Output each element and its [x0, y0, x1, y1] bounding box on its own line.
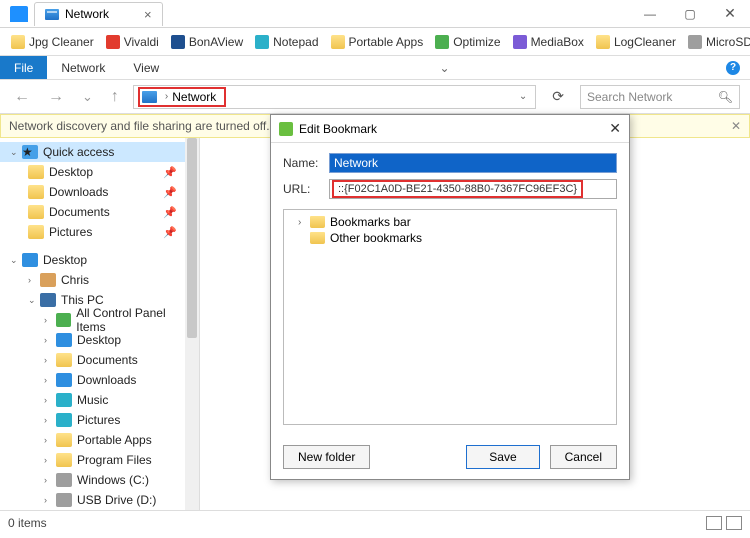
dialog-titlebar[interactable]: Edit Bookmark ✕: [271, 115, 629, 143]
url-input[interactable]: ::{F02C1A0D-BE21-4350-88B0-7367FC96EF3C}: [329, 179, 617, 199]
tree-other-bookmarks[interactable]: Other bookmarks: [288, 230, 612, 246]
tree-bookmarks-bar[interactable]: › Bookmarks bar: [288, 214, 612, 230]
url-row: URL: ::{F02C1A0D-BE21-4350-88B0-7367FC96…: [283, 179, 617, 199]
name-row: Name: Network: [283, 153, 617, 173]
dialog-close-icon[interactable]: ✕: [609, 120, 621, 137]
dialog-title: Edit Bookmark: [299, 122, 377, 136]
dialog-buttons: New folder Save Cancel: [271, 435, 629, 479]
dialog-overlay: Edit Bookmark ✕ Name: Network URL: ::{F0…: [0, 0, 750, 538]
dialog-body: Name: Network URL: ::{F02C1A0D-BE21-4350…: [271, 143, 629, 435]
folder-icon: [310, 216, 325, 228]
bookmark-icon: [279, 122, 293, 136]
name-label: Name:: [283, 156, 329, 170]
url-label: URL:: [283, 182, 329, 196]
tree-label: Bookmarks bar: [330, 215, 411, 229]
tree-label: Other bookmarks: [330, 231, 422, 245]
cancel-button[interactable]: Cancel: [550, 445, 617, 469]
name-value: Network: [334, 156, 378, 170]
save-button[interactable]: Save: [466, 445, 539, 469]
edit-bookmark-dialog: Edit Bookmark ✕ Name: Network URL: ::{F0…: [270, 114, 630, 480]
folder-tree[interactable]: › Bookmarks bar Other bookmarks: [283, 209, 617, 425]
folder-icon: [310, 232, 325, 244]
url-highlight: ::{F02C1A0D-BE21-4350-88B0-7367FC96EF3C}: [332, 180, 583, 198]
expand-icon[interactable]: ›: [298, 217, 310, 228]
name-input[interactable]: Network: [329, 153, 617, 173]
new-folder-button[interactable]: New folder: [283, 445, 370, 469]
url-value: ::{F02C1A0D-BE21-4350-88B0-7367FC96EF3C}: [338, 183, 577, 195]
